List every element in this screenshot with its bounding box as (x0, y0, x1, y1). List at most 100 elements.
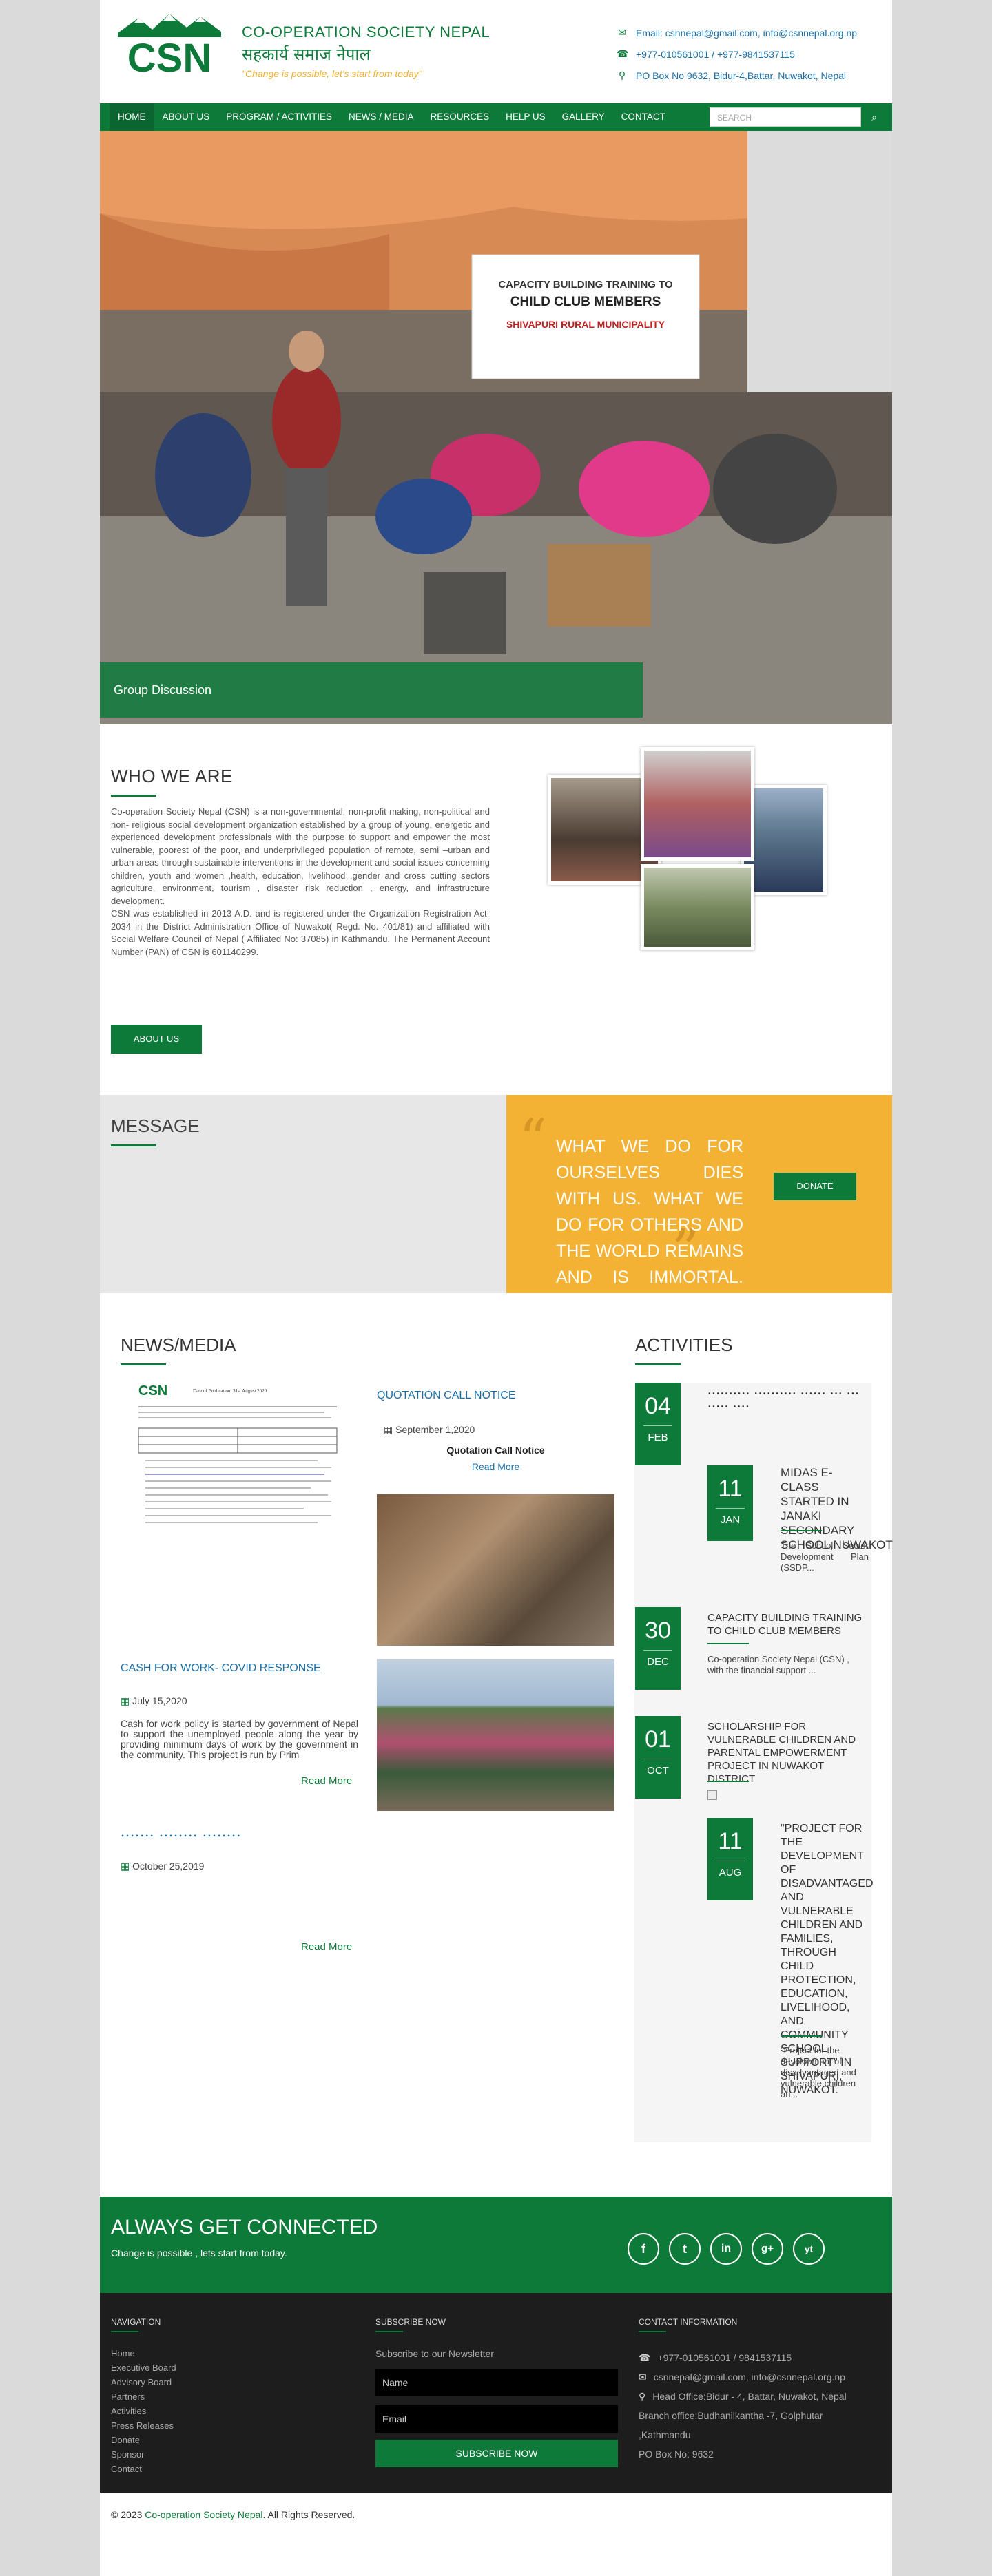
svg-text:CAPACITY BUILDING TRAINING TO: CAPACITY BUILDING TRAINING TO (498, 279, 673, 291)
logo[interactable]: CSN (111, 12, 228, 81)
footer-link-executive-board[interactable]: Executive Board (111, 2363, 176, 2377)
nav-news-media[interactable]: NEWS / MEDIA (340, 103, 422, 131)
nav-home[interactable]: HOME (110, 103, 154, 131)
footer-contact-title: CONTACT INFORMATION (639, 2317, 738, 2327)
nav-about-us[interactable]: ABOUT US (154, 103, 218, 131)
footer-link-donate[interactable]: Donate (111, 2435, 176, 2449)
news-photo-1[interactable] (377, 1494, 614, 1646)
calendar-icon: ▦ (121, 1861, 130, 1872)
facebook-icon[interactable]: f (628, 2233, 659, 2265)
map-marker-icon: ⚲ (618, 70, 626, 81)
nav-contact[interactable]: CONTACT (613, 103, 674, 131)
about-us-button[interactable]: ABOUT US (111, 1025, 202, 1054)
footer-po-box: PO Box No: 9632 (639, 2449, 714, 2460)
news-title-nepali[interactable]: 𑁦𑁦𑁦𑁦𑁦𑁦𑁦 𑁦𑁦𑁦𑁦𑁦𑁦𑁦𑁦 𑁦𑁦𑁦𑁦𑁦𑁦𑁦𑁦 (121, 1828, 241, 1843)
footer-link-home[interactable]: Home (111, 2348, 176, 2363)
header-address: PO Box No 9632, Bidur-4,Battar, Nuwakot,… (636, 70, 847, 81)
activity-excerpt-midas: The School Sector Development Plan (SSDP… (781, 1540, 869, 1573)
activity-line (781, 2035, 822, 2037)
footer-line (639, 2331, 666, 2332)
activity-title-midas[interactable]: MIDAS E-CLASS STARTED IN JANAKI SECONDAR… (781, 1465, 893, 1552)
main-nav: HOME ABOUT US PROGRAM / ACTIVITIES NEWS … (100, 103, 892, 131)
who-paragraph-2: CSN was established in 2013 A.D. and is … (111, 908, 490, 957)
activity-excerpt-project: "Project for the development of disadvan… (781, 2045, 856, 2099)
connect-title: ALWAYS GET CONNECTED (111, 2216, 378, 2239)
activity-title-scholarship[interactable]: SCHOLARSHIP FOR VULNERABLE CHILDREN AND … (707, 1720, 866, 1786)
activity-line (707, 1643, 749, 1644)
footer-link-contact[interactable]: Contact (111, 2464, 176, 2478)
nav-resources[interactable]: RESOURCES (422, 103, 498, 131)
news-date-quotation: ▦ September 1,2020 (384, 1424, 475, 1435)
search-input[interactable]: SEARCH (710, 107, 861, 127)
footer-phone[interactable]: +977-010561001 / 9841537115 (657, 2352, 792, 2363)
date-badge: 01 OCT (635, 1716, 681, 1799)
footer-links: Home Executive Board Advisory Board Part… (111, 2348, 176, 2478)
linkedin-icon[interactable]: in (710, 2233, 742, 2265)
message-title: MESSAGE (111, 1116, 200, 1136)
nav-gallery[interactable]: GALLERY (554, 103, 613, 131)
subscribe-name-input[interactable]: Name (375, 2369, 618, 2396)
hero-image: CAPACITY BUILDING TRAINING TO CHILD CLUB… (100, 131, 892, 724)
search-button[interactable]: ⌕ (865, 107, 884, 127)
copyright-text: © 2023 Co-operation Society Nepal. All R… (111, 2509, 355, 2520)
donate-button[interactable]: DONATE (774, 1173, 856, 1200)
activity-title-nepali[interactable]: 𑁦𑁦𑁦𑁦𑁦𑁦𑁦𑁦𑁦𑁦 𑁦𑁦𑁦𑁦𑁦𑁦𑁦𑁦𑁦𑁦 𑁦𑁦𑁦𑁦𑁦𑁦 𑁦𑁦𑁦 𑁦𑁦𑁦𑁦𑁦𑁦𑁦… (707, 1388, 862, 1414)
collage-photo-4[interactable] (641, 747, 754, 861)
logo-text: CO-OPERATION SOCIETY NEPAL सहकार्य समाज … (242, 23, 490, 79)
footer-email[interactable]: csnnepal@gmail.com, info@csnnepal.org.np (654, 2371, 845, 2383)
nav-program-activities[interactable]: PROGRAM / ACTIVITIES (218, 103, 340, 131)
footer-line (111, 2331, 138, 2332)
footer-link-press-releases[interactable]: Press Releases (111, 2420, 176, 2435)
footer-link-advisory-board[interactable]: Advisory Board (111, 2377, 176, 2391)
footer-branch-office: Branch office:Budhanilkantha -7, Golphut… (639, 2410, 823, 2421)
org-name-np: सहकार्य समाज नेपाल (242, 45, 371, 64)
activity-line (707, 1781, 749, 1782)
svg-text:Date of Publication: 31st Augu: Date of Publication: 31st August 2020 (193, 1388, 267, 1394)
header-contact: ✉ Email: csnnepal@gmail.com, info@csnnepa… (617, 22, 878, 86)
read-more-nepali[interactable]: Read More (301, 1941, 352, 1953)
who-we-are-text: Co-operation Society Nepal (CSN) is a no… (111, 806, 490, 959)
footer-link-partners[interactable]: Partners (111, 2391, 176, 2406)
footer-link-activities[interactable]: Activities (111, 2406, 176, 2420)
news-title-quotation[interactable]: QUOTATION CALL NOTICE (377, 1390, 516, 1402)
quotation-body: Quotation Call Notice (446, 1445, 545, 1456)
subscribe-email-input[interactable]: Email (375, 2405, 618, 2433)
youtube-icon[interactable]: yt (793, 2233, 825, 2265)
news-photo-2[interactable] (377, 1659, 614, 1811)
hero-slider[interactable]: CAPACITY BUILDING TRAINING TO CHILD CLUB… (100, 131, 892, 724)
twitter-icon[interactable]: t (669, 2233, 701, 2265)
site-footer: NAVIGATION Home Executive Board Advisory… (100, 2293, 892, 2493)
collage-photo-3[interactable] (641, 864, 754, 950)
open-quote-icon: “ (519, 1107, 547, 1171)
nav-help-us[interactable]: HELP US (497, 103, 554, 131)
read-more-quotation[interactable]: Read More (377, 1461, 614, 1472)
hero-caption: Group Discussion (100, 662, 643, 718)
date-badge: 11 AUG (707, 1818, 753, 1900)
envelope-icon: ✉ (618, 27, 626, 38)
activity-line (781, 1530, 822, 1531)
org-name-en: CO-OPERATION SOCIETY NEPAL (242, 23, 490, 41)
message-title-underline (111, 1144, 156, 1146)
subscribe-button[interactable]: SUBSCRIBE NOW (375, 2440, 618, 2467)
news-title-cash-for-work[interactable]: CASH FOR WORK- COVID RESPONSE (121, 1662, 321, 1675)
phone-icon: ☎ (639, 2352, 651, 2363)
news-thumbnail-document[interactable]: CSN Date of Publication: 31st August 202… (127, 1379, 348, 1547)
news-title-underline (121, 1363, 166, 1365)
photo-collage[interactable] (541, 747, 830, 954)
who-paragraph-1: Co-operation Society Nepal (CSN) is a no… (111, 806, 490, 906)
google-plus-icon[interactable]: g+ (752, 2233, 783, 2265)
svg-text:CHILD CLUB MEMBERS: CHILD CLUB MEMBERS (510, 295, 661, 309)
header-email[interactable]: Email: csnnepal@gmail.com, info@csnnepal… (636, 28, 857, 39)
footer-contact-info: ☎ +977-010561001 / 9841537115 ✉ csnnepal@g… (639, 2348, 887, 2464)
svg-text:CSN: CSN (138, 1383, 167, 1399)
copyright-brand-link[interactable]: Co-operation Society Nepal (145, 2509, 262, 2520)
read-more-cash-for-work[interactable]: Read More (301, 1775, 352, 1787)
footer-link-sponsor[interactable]: Sponsor (111, 2449, 176, 2464)
header-phone[interactable]: +977-010561001 / +977-9841537115 (636, 49, 795, 60)
activity-title-capacity[interactable]: CAPACITY BUILDING TRAINING TO CHILD CLUB… (707, 1611, 866, 1637)
calendar-icon: ▦ (384, 1424, 393, 1435)
subscribe-text: Subscribe to our Newsletter (375, 2348, 494, 2359)
activities-title-underline (635, 1363, 681, 1365)
connect-section: ALWAYS GET CONNECTED Change is possible … (100, 2197, 892, 2293)
search-icon: ⌕ (871, 112, 877, 123)
